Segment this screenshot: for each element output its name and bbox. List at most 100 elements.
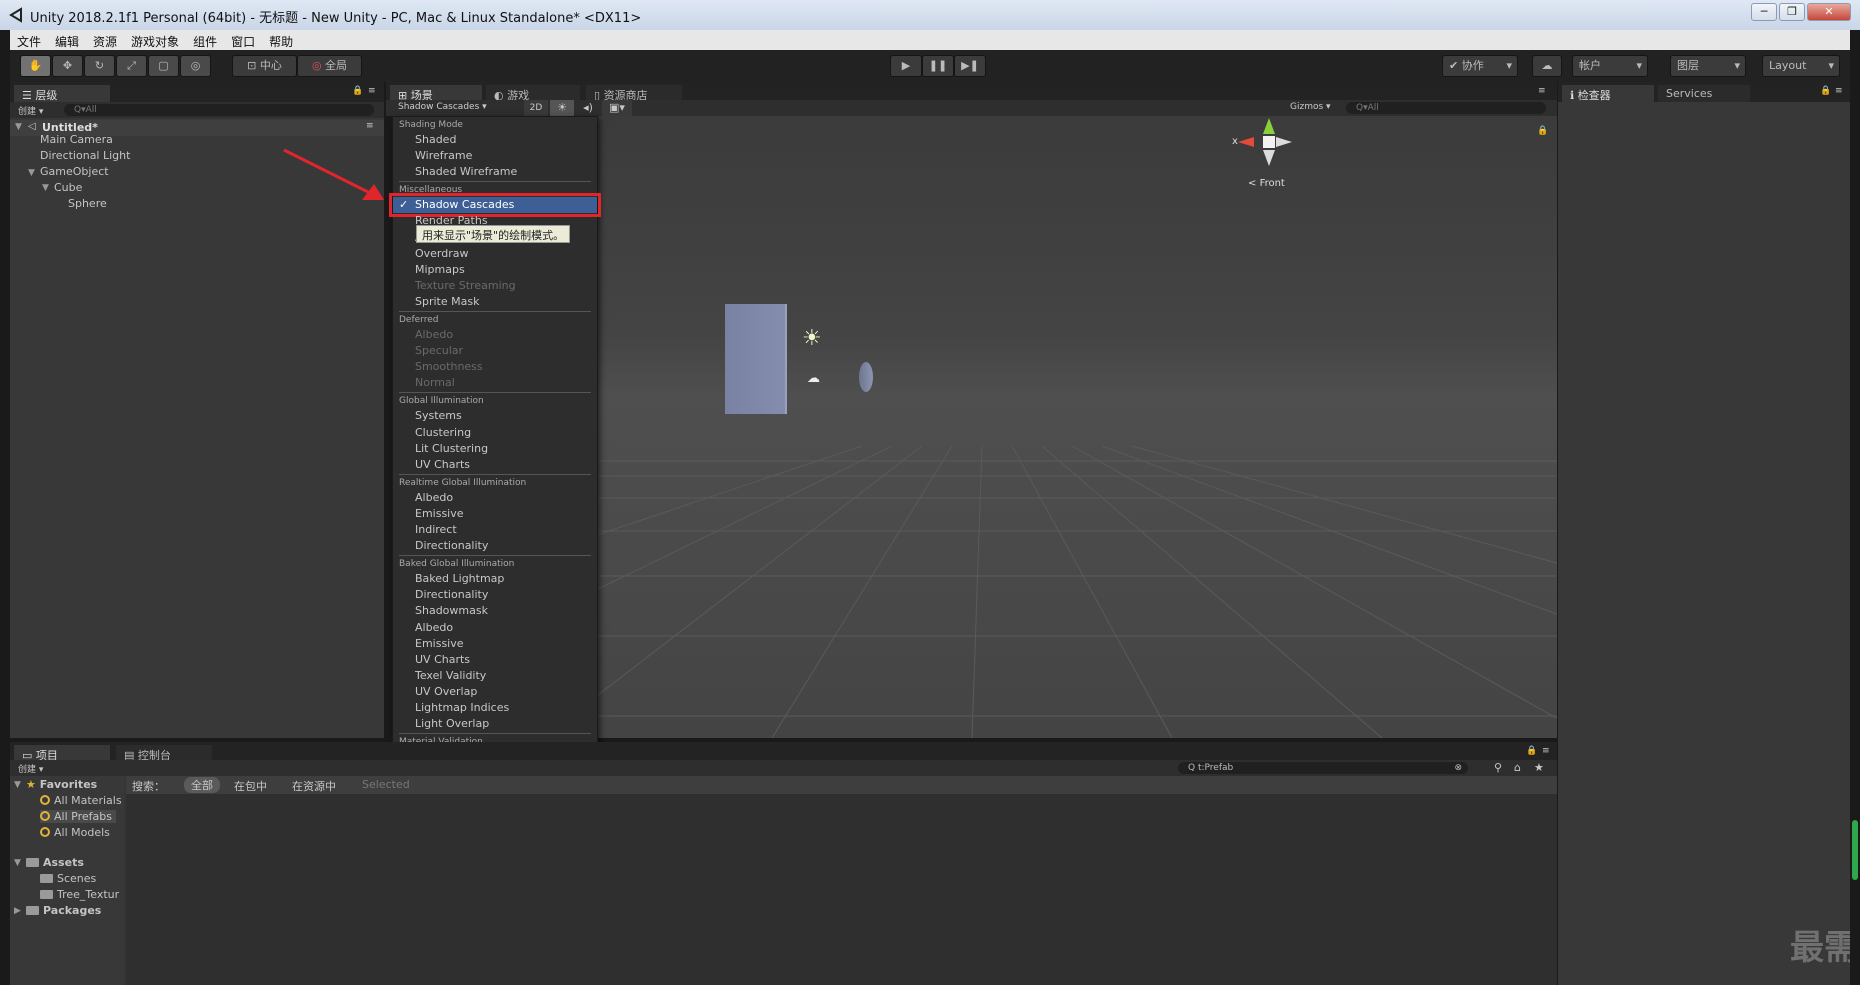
favorite-all-models[interactable]: All Models <box>40 826 110 839</box>
panel-menu-icon[interactable]: ≡ <box>1835 86 1843 96</box>
close-button[interactable]: ✕ <box>1807 3 1851 21</box>
favorite-star-icon[interactable]: ★ <box>1534 761 1544 774</box>
layers-dropdown[interactable]: 图层 ▾ <box>1670 55 1746 77</box>
layout-dropdown[interactable]: Layout ▾ <box>1762 55 1840 77</box>
menu-item[interactable]: Sprite Mask <box>393 294 597 310</box>
filter-label-icon[interactable]: ⌂ <box>1514 761 1521 774</box>
lighting-toggle-sun-icon[interactable]: ☀ <box>550 100 574 116</box>
hand-tool-button[interactable]: ✋ <box>20 55 51 77</box>
menu-component[interactable]: 组件 <box>186 30 224 50</box>
menu-item[interactable]: UV Overlap <box>393 684 597 700</box>
menu-item[interactable]: Systems <box>393 408 597 424</box>
menu-item[interactable]: Baked Lightmap <box>393 571 597 587</box>
camera-icon[interactable]: ☁ <box>807 371 820 386</box>
asset-folder-scenes[interactable]: Scenes <box>40 872 96 885</box>
menu-item[interactable]: Albedo <box>393 620 597 636</box>
lock-icon[interactable]: 🔒 <box>1537 126 1548 136</box>
menu-item[interactable]: Shaded Wireframe <box>393 164 597 180</box>
packages-header[interactable]: Packages <box>26 904 101 917</box>
menu-item[interactable]: Indirect <box>393 522 597 538</box>
menu-item[interactable]: Smoothness <box>393 359 597 375</box>
sphere-object[interactable] <box>859 362 873 392</box>
menu-item[interactable]: Light Overlap <box>393 716 597 732</box>
project-search-input[interactable]: Q t:Prefab ⊗ <box>1178 762 1468 774</box>
menu-item[interactable]: Albedo <box>393 490 597 506</box>
menu-gameobject[interactable]: 游戏对象 <box>124 30 186 50</box>
menu-item[interactable]: Lit Clustering <box>393 441 597 457</box>
expand-triangle-icon[interactable]: ▼ <box>28 168 35 178</box>
menu-item[interactable]: Texture Streaming <box>393 278 597 294</box>
tab-inspector[interactable]: ℹ 检查器 <box>1562 85 1654 102</box>
menu-item[interactable]: Emissive <box>393 636 597 652</box>
panel-menu-icon[interactable]: ≡ <box>1538 86 1546 96</box>
expand-triangle-icon[interactable]: ▼ <box>15 122 22 132</box>
asset-folder-tree-textures[interactable]: Tree_Textur <box>40 888 119 901</box>
gizmos-dropdown[interactable]: Gizmos ▾ <box>1290 102 1331 112</box>
menu-item[interactable]: Mipmaps <box>393 262 597 278</box>
panel-menu-icon[interactable]: ≡ <box>1542 746 1550 756</box>
menu-item[interactable]: Albedo <box>393 327 597 343</box>
hierarchy-item-directional-light[interactable]: Directional Light <box>40 149 130 162</box>
assets-header[interactable]: Assets <box>26 856 84 869</box>
lock-icon[interactable]: 🔒 <box>1820 86 1831 96</box>
menu-assets[interactable]: 资源 <box>86 30 124 50</box>
menu-item[interactable]: Shaded <box>393 132 597 148</box>
menu-item[interactable]: Emissive <box>393 506 597 522</box>
scope-in-packages[interactable]: 在包中 <box>234 778 267 794</box>
scope-in-assets[interactable]: 在资源中 <box>292 778 336 794</box>
rect-tool-button[interactable]: ▢ <box>148 55 179 77</box>
expand-triangle-icon[interactable]: ▼ <box>14 858 21 868</box>
effects-image-icon[interactable]: ▣▾ <box>602 100 632 116</box>
scene-menu-icon[interactable]: ≡ <box>366 121 374 131</box>
lock-icon[interactable]: 🔒 <box>352 86 363 96</box>
menu-item[interactable]: UV Charts <box>393 457 597 473</box>
maximize-button[interactable]: ❐ <box>1779 3 1805 21</box>
favorite-all-prefabs[interactable]: All Prefabs <box>40 810 116 823</box>
hierarchy-item-sphere[interactable]: Sphere <box>68 197 107 210</box>
menu-item[interactable]: Texel Validity <box>393 668 597 684</box>
favorites-header[interactable]: ★ Favorites <box>26 778 97 791</box>
hierarchy-item-gameobject[interactable]: GameObject <box>40 165 109 178</box>
menu-item[interactable]: UV Charts <box>393 652 597 668</box>
transform-tool-button[interactable]: ◎ <box>180 55 211 77</box>
move-tool-button[interactable]: ✥ <box>52 55 83 77</box>
account-dropdown[interactable]: 帐户 ▾ <box>1572 55 1648 77</box>
menu-item[interactable]: Overdraw <box>393 246 597 262</box>
menu-item[interactable]: Clustering <box>393 425 597 441</box>
collab-dropdown[interactable]: ✔ 协作 ▾ <box>1442 55 1518 77</box>
2d-toggle[interactable]: 2D <box>524 100 548 116</box>
lock-icon[interactable]: 🔒 <box>1526 746 1537 756</box>
cube-object[interactable] <box>725 304 787 414</box>
menu-item[interactable]: Specular <box>393 343 597 359</box>
panel-menu-icon[interactable]: ≡ <box>368 86 376 96</box>
menu-item[interactable]: ✓ Shadow Cascades <box>389 193 601 218</box>
scope-selected[interactable]: Selected <box>362 778 410 791</box>
menu-help[interactable]: 帮助 <box>262 30 300 50</box>
minimize-button[interactable]: ─ <box>1751 3 1777 21</box>
favorite-all-materials[interactable]: All Materials <box>40 794 122 807</box>
audio-toggle-speaker-icon[interactable]: ◂) <box>576 100 600 116</box>
tab-hierarchy[interactable]: ☰ 层级 <box>14 85 110 102</box>
tab-services[interactable]: Services <box>1658 85 1750 102</box>
hierarchy-item-cube[interactable]: Cube <box>54 181 82 194</box>
menu-edit[interactable]: 编辑 <box>48 30 86 50</box>
menu-item[interactable]: Directionality <box>393 587 597 603</box>
clear-icon[interactable]: ⊗ <box>1454 762 1462 774</box>
menu-item[interactable]: Directionality <box>393 538 597 554</box>
play-button[interactable]: ▶ <box>890 55 922 77</box>
hierarchy-search-input[interactable]: Q▾All <box>64 104 374 116</box>
sun-light-icon[interactable]: ☀ <box>802 326 822 351</box>
space-toggle[interactable]: ◎ 全局 <box>297 55 362 77</box>
create-dropdown[interactable]: 创建 ▾ <box>18 104 43 117</box>
menu-item[interactable]: Shadowmask <box>393 603 597 619</box>
collapse-triangle-icon[interactable]: ▶ <box>14 906 21 916</box>
menu-item[interactable]: Wireframe <box>393 148 597 164</box>
rotate-tool-button[interactable]: ↻ <box>84 55 115 77</box>
pause-button[interactable]: ❚❚ <box>922 55 954 77</box>
pivot-toggle[interactable]: ⊡ 中心 <box>232 55 297 77</box>
gizmo-view-label[interactable]: < Front <box>1248 178 1285 189</box>
hierarchy-item-main-camera[interactable]: Main Camera <box>40 133 113 146</box>
scope-all[interactable]: 全部 <box>184 777 220 793</box>
side-scroll-indicator[interactable] <box>1852 820 1858 880</box>
expand-triangle-icon[interactable]: ▼ <box>14 780 21 790</box>
